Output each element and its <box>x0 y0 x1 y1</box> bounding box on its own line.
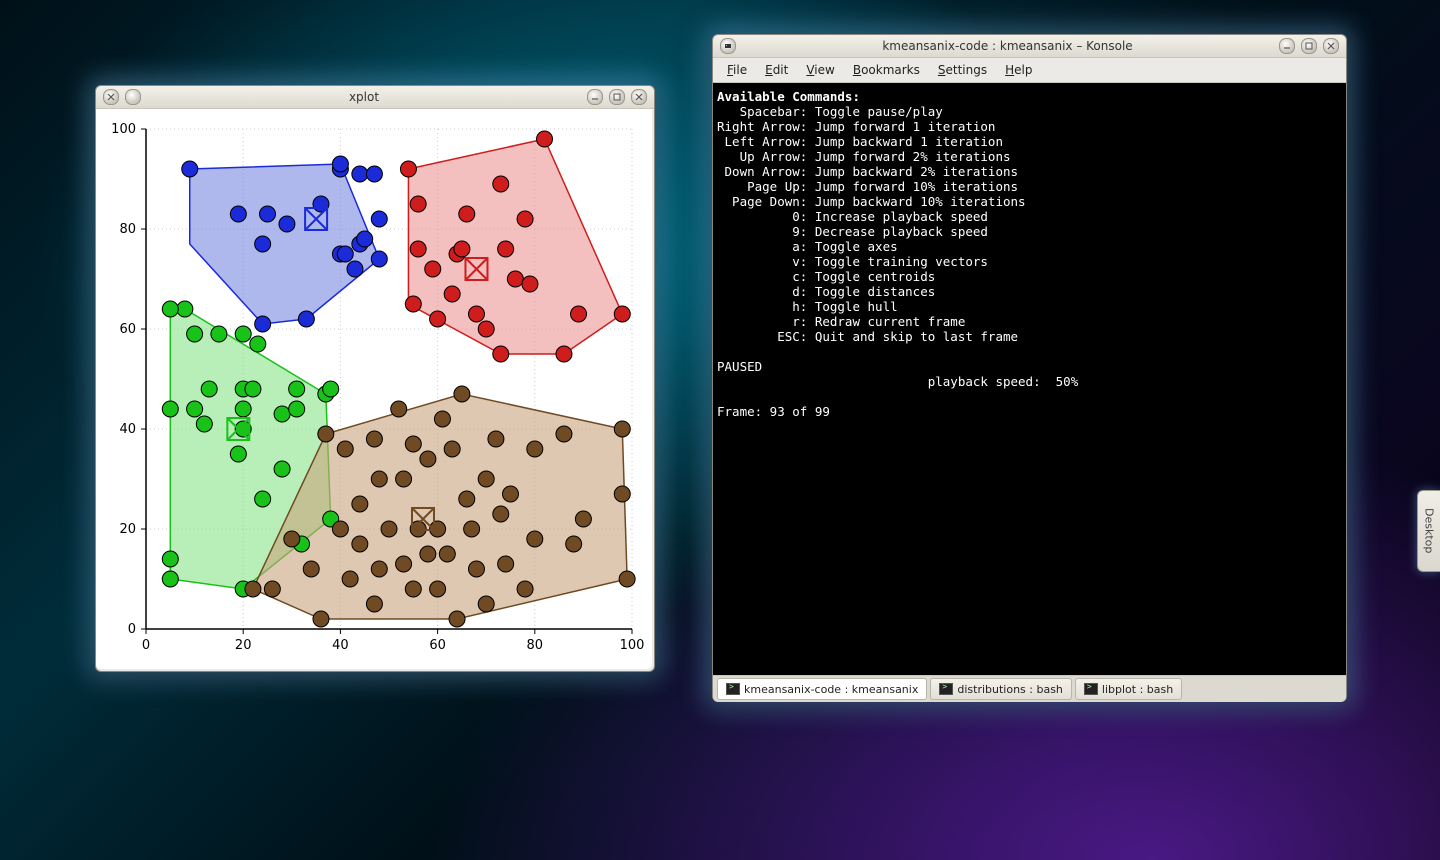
menu-bookmarks[interactable]: Bookmarks <box>845 61 928 79</box>
svg-text:100: 100 <box>620 638 645 653</box>
svg-text:20: 20 <box>235 638 252 653</box>
pin-button[interactable] <box>125 89 141 105</box>
xplot-window: xplot 0 20 40 60 80 100 0 20 40 60 80 100 <box>95 85 655 672</box>
minimize-button[interactable] <box>1279 38 1295 54</box>
terminal-icon <box>939 683 953 695</box>
terminal-icon <box>726 683 740 695</box>
close-button[interactable] <box>1323 38 1339 54</box>
maximize-button[interactable] <box>1301 38 1317 54</box>
konsole-tabbar: kmeansanix-code : kmeansanix distribution… <box>713 675 1346 702</box>
minimize-button[interactable] <box>587 89 603 105</box>
menu-help[interactable]: Help <box>997 61 1040 79</box>
terminal-output[interactable]: Available Commands: Spacebar: Toggle pau… <box>713 83 1346 675</box>
window-menu-button[interactable] <box>720 38 736 54</box>
konsole-titlebar[interactable]: kmeansanix-code : kmeansanix – Konsole <box>713 35 1346 58</box>
menu-file[interactable]: File <box>719 61 755 79</box>
konsole-tab-label: kmeansanix-code : kmeansanix <box>744 683 918 696</box>
plot-area[interactable]: 0 20 40 60 80 100 0 20 40 60 80 100 <box>96 109 652 669</box>
konsole-tab[interactable]: distributions : bash <box>930 678 1072 700</box>
desktop: xplot 0 20 40 60 80 100 0 20 40 60 80 100 kmeansani… <box>0 0 1440 860</box>
desktop-pager-tab[interactable]: Desktop <box>1417 490 1440 572</box>
konsole-title: kmeansanix-code : kmeansanix – Konsole <box>743 39 1272 53</box>
konsole-menubar: File Edit View Bookmarks Settings Help <box>713 58 1346 83</box>
xplot-title: xplot <box>148 90 580 104</box>
svg-text:60: 60 <box>119 322 136 337</box>
menu-view[interactable]: View <box>798 61 842 79</box>
close-button[interactable] <box>631 89 647 105</box>
terminal-icon <box>1084 683 1098 695</box>
konsole-tab-label: distributions : bash <box>957 683 1063 696</box>
svg-text:0: 0 <box>142 638 150 653</box>
maximize-button[interactable] <box>609 89 625 105</box>
konsole-tab[interactable]: libplot : bash <box>1075 678 1182 700</box>
window-menu-button[interactable] <box>103 89 119 105</box>
svg-text:60: 60 <box>429 638 446 653</box>
svg-text:80: 80 <box>119 222 136 237</box>
svg-text:40: 40 <box>119 422 136 437</box>
svg-text:80: 80 <box>527 638 544 653</box>
menu-edit[interactable]: Edit <box>757 61 796 79</box>
svg-text:40: 40 <box>332 638 349 653</box>
konsole-tab-label: libplot : bash <box>1102 683 1173 696</box>
xplot-titlebar[interactable]: xplot <box>96 86 654 109</box>
svg-text:0: 0 <box>128 622 136 637</box>
svg-text:100: 100 <box>111 122 136 137</box>
menu-settings[interactable]: Settings <box>930 61 995 79</box>
konsole-tab[interactable]: kmeansanix-code : kmeansanix <box>717 678 927 700</box>
konsole-window: kmeansanix-code : kmeansanix – Konsole F… <box>712 34 1347 702</box>
svg-text:20: 20 <box>119 522 136 537</box>
